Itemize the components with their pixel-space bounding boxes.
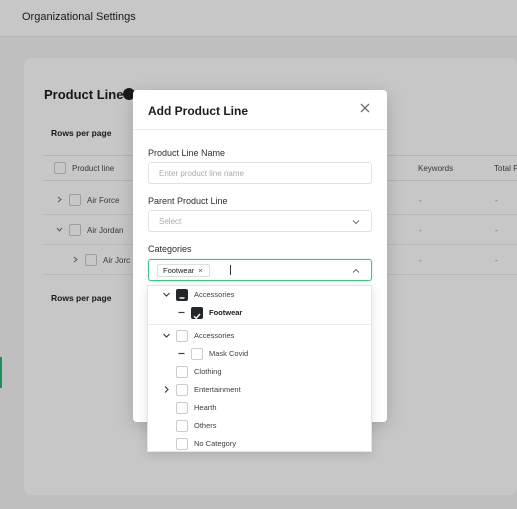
unchecked-checkbox[interactable] (176, 420, 188, 432)
tree-node-others[interactable]: Others (148, 419, 371, 434)
unchecked-checkbox[interactable] (176, 366, 188, 378)
unchecked-checkbox[interactable] (176, 330, 188, 342)
product-line-name-placeholder: Enter product line name (159, 169, 244, 178)
unchecked-checkbox[interactable] (176, 384, 188, 396)
selected-category-chip: Footwear × (157, 264, 210, 277)
tree-node-label: Others (194, 421, 217, 430)
tree-node-label: Entertainment (194, 385, 241, 394)
chevron-right-icon[interactable] (162, 385, 171, 394)
tree-node-label: Clothing (194, 367, 222, 376)
chevron-down-icon[interactable] (162, 290, 171, 299)
tree-node-hearth[interactable]: Hearth (148, 401, 371, 416)
tree-node-clothing[interactable]: Clothing (148, 365, 371, 380)
minus-icon (179, 297, 185, 299)
tree-node-label: Footwear (209, 308, 243, 317)
tree-node-entertainment[interactable]: Entertainment (148, 383, 371, 398)
tree-node-accessories-selected[interactable]: Accessories (148, 288, 371, 303)
parent-product-line-label: Parent Product Line (148, 196, 228, 206)
tree-node-mask-covid[interactable]: Mask Covid (148, 347, 371, 362)
chevron-down-icon (352, 220, 360, 225)
tree-node-no-category[interactable]: No Category (148, 437, 371, 452)
minus-icon (178, 352, 185, 355)
categories-label: Categories (148, 244, 192, 254)
tree-node-accessories[interactable]: Accessories (148, 329, 371, 344)
tree-node-label: Hearth (194, 403, 217, 412)
chevron-down-icon[interactable] (162, 331, 171, 340)
minus-icon (178, 311, 185, 314)
tree-node-label: Accessories (194, 331, 235, 340)
tree-node-label: Mask Covid (209, 349, 249, 358)
text-cursor (230, 265, 231, 275)
modal-header: Add Product Line (133, 90, 387, 130)
close-icon[interactable] (358, 101, 372, 115)
product-line-name-input[interactable]: Enter product line name (148, 162, 372, 184)
parent-product-line-select[interactable]: Select (148, 210, 372, 232)
product-line-name-label: Product Line Name (148, 148, 226, 158)
divider (148, 324, 371, 325)
tree-node-label: Accessories (194, 290, 235, 299)
unchecked-checkbox[interactable] (191, 348, 203, 360)
checked-checkbox[interactable] (191, 307, 203, 320)
check-icon (193, 313, 201, 320)
unchecked-checkbox[interactable] (176, 438, 188, 450)
indeterminate-checkbox[interactable] (176, 289, 188, 301)
tree-node-footwear-selected[interactable]: Footwear (148, 306, 371, 321)
chip-remove-icon[interactable]: × (198, 266, 202, 275)
parent-product-line-placeholder: Select (159, 217, 182, 226)
categories-dropdown: Accessories Footwear Accessories Mask Co… (147, 285, 372, 452)
unchecked-checkbox[interactable] (176, 402, 188, 414)
tree-node-label: No Category (194, 439, 237, 448)
chevron-up-icon (352, 268, 360, 273)
chip-label: Footwear (163, 266, 195, 275)
modal-title: Add Product Line (148, 104, 248, 118)
categories-multiselect[interactable]: Footwear × (148, 259, 372, 281)
